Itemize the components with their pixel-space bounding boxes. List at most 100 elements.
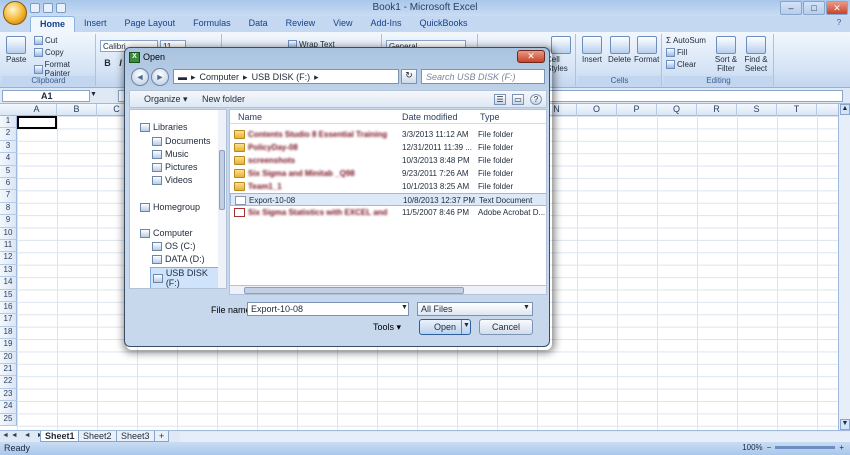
zoom-in-icon[interactable]: +: [839, 443, 844, 452]
nav-scroll-thumb[interactable]: [219, 150, 225, 210]
column-header[interactable]: P: [617, 104, 657, 116]
refresh-icon[interactable]: ↻: [401, 69, 417, 84]
zoom-level[interactable]: 100%: [742, 443, 762, 452]
row-header[interactable]: 16: [0, 302, 17, 315]
file-row[interactable]: Team1_1 10/1/2013 8:25 AM File folder: [230, 180, 546, 193]
column-header[interactable]: B: [57, 104, 97, 116]
nav-usb-drive[interactable]: USB DISK (F:): [150, 267, 226, 288]
sheet-tab-3[interactable]: Sheet3: [116, 431, 155, 442]
help-icon[interactable]: ?: [530, 94, 542, 105]
sort-filter-button[interactable]: Sort & Filter: [712, 36, 740, 73]
breadcrumb-usb-disk[interactable]: USB DISK (F:): [252, 72, 311, 82]
column-name[interactable]: Name: [238, 112, 262, 122]
scroll-down-icon[interactable]: ▼: [840, 419, 850, 430]
delete-cells-button[interactable]: Delete: [608, 36, 631, 64]
column-type[interactable]: Type: [480, 112, 500, 122]
nav-homegroup[interactable]: Homegroup: [140, 202, 200, 212]
row-header[interactable]: 4: [0, 153, 17, 166]
sheet-tab-1[interactable]: Sheet1: [40, 431, 80, 442]
tools-menu[interactable]: Tools ▾: [373, 322, 401, 333]
nav-videos[interactable]: Videos: [152, 175, 192, 185]
vertical-scrollbar[interactable]: ▲ ▼: [838, 104, 850, 430]
row-header[interactable]: 18: [0, 326, 17, 340]
back-icon[interactable]: ◄: [131, 68, 149, 86]
row-header[interactable]: 23: [0, 388, 17, 402]
row-header[interactable]: 8: [0, 202, 17, 216]
insert-sheet-icon[interactable]: +: [154, 431, 170, 442]
name-box[interactable]: A1: [2, 90, 90, 102]
file-row-selected[interactable]: Export-10-08 10/8/2013 12:37 PM Text Doc…: [230, 193, 546, 206]
nav-music[interactable]: Music: [152, 149, 189, 159]
paste-button[interactable]: Paste: [6, 36, 26, 64]
row-header[interactable]: 20: [0, 351, 17, 364]
tab-insert[interactable]: Insert: [75, 16, 116, 32]
file-name-input[interactable]: Export-10-08: [247, 302, 409, 316]
chevron-down-icon[interactable]: ▼: [523, 304, 530, 311]
organize-button[interactable]: Organize ▾: [144, 94, 188, 105]
chevron-down-icon[interactable]: ▼: [90, 91, 97, 98]
tab-add-ins[interactable]: Add-Ins: [361, 16, 410, 32]
file-row[interactable]: Contents Studio 8 Essential Training 3/3…: [230, 128, 546, 141]
file-row[interactable]: PolicyDay-08 12/31/2011 11:39 ... File f…: [230, 141, 546, 154]
zoom-out-icon[interactable]: −: [767, 443, 772, 452]
row-header[interactable]: 13: [0, 264, 17, 278]
tab-data[interactable]: Data: [240, 16, 277, 32]
minimize-button[interactable]: –: [780, 1, 802, 15]
row-header[interactable]: 7: [0, 190, 17, 203]
preview-pane-icon[interactable]: ▭: [512, 94, 524, 105]
row-header[interactable]: 11: [0, 240, 17, 253]
horizontal-scrollbar[interactable]: [180, 432, 850, 442]
tab-formulas[interactable]: Formulas: [184, 16, 240, 32]
clear-button[interactable]: Clear: [666, 60, 696, 69]
nav-documents[interactable]: Documents: [152, 136, 211, 146]
column-header[interactable]: S: [737, 104, 777, 116]
fill-button[interactable]: Fill: [666, 48, 687, 57]
column-date-modified[interactable]: Date modified: [402, 112, 458, 122]
format-cells-button[interactable]: Format: [634, 36, 659, 64]
row-header[interactable]: 21: [0, 364, 17, 377]
file-list-scroll-thumb[interactable]: [244, 287, 464, 294]
row-header[interactable]: 1: [0, 116, 17, 129]
row-header[interactable]: 22: [0, 376, 17, 389]
cancel-button[interactable]: Cancel: [479, 319, 533, 335]
tab-review[interactable]: Review: [277, 16, 325, 32]
column-header[interactable]: T: [777, 104, 817, 116]
close-button[interactable]: ✕: [826, 1, 848, 15]
nav-pane-scrollbar[interactable]: [218, 110, 226, 288]
address-bar[interactable]: ▬ ▸ Computer ▸ USB DISK (F:) ▸: [173, 69, 399, 84]
cut-button[interactable]: Cut: [34, 36, 57, 45]
open-dropdown-icon[interactable]: ▼: [461, 320, 471, 334]
row-header[interactable]: 17: [0, 314, 17, 327]
office-button[interactable]: [3, 1, 27, 25]
file-row[interactable]: Six Sigma and Minitab _Q98 9/23/2011 7:2…: [230, 167, 546, 180]
forward-icon[interactable]: ►: [151, 68, 169, 86]
row-header[interactable]: 5: [0, 165, 17, 178]
tab-page-layout[interactable]: Page Layout: [116, 16, 185, 32]
tab-quickbooks[interactable]: QuickBooks: [411, 16, 477, 32]
row-header[interactable]: 10: [0, 227, 17, 240]
sheet-tab-2[interactable]: Sheet2: [78, 431, 117, 442]
chevron-down-icon[interactable]: ▼: [401, 304, 408, 311]
scroll-up-icon[interactable]: ▲: [840, 104, 850, 115]
row-header[interactable]: 25: [0, 413, 17, 426]
active-cell-a1[interactable]: [17, 116, 57, 129]
column-header[interactable]: O: [577, 104, 617, 116]
tab-home[interactable]: Home: [30, 16, 76, 32]
column-header[interactable]: A: [17, 104, 57, 116]
new-folder-button[interactable]: New folder: [202, 94, 245, 104]
row-header[interactable]: 15: [0, 289, 17, 302]
autosum-button[interactable]: Σ AutoSum: [666, 36, 706, 45]
nav-os-drive[interactable]: OS (C:): [152, 241, 196, 251]
row-header[interactable]: 12: [0, 252, 17, 265]
row-header[interactable]: 14: [0, 277, 17, 290]
search-input[interactable]: Search USB DISK (F:): [421, 69, 545, 84]
row-header[interactable]: 6: [0, 178, 17, 191]
zoom-slider[interactable]: [775, 446, 836, 449]
file-type-filter[interactable]: All Files: [417, 302, 533, 316]
maximize-button[interactable]: □: [803, 1, 825, 15]
bold-button[interactable]: B: [102, 58, 113, 69]
tab-view[interactable]: View: [324, 16, 361, 32]
column-header[interactable]: R: [697, 104, 737, 116]
insert-cells-button[interactable]: Insert: [582, 36, 602, 64]
file-row[interactable]: Six Sigma Statistics with EXCEL and MINI…: [230, 206, 546, 219]
